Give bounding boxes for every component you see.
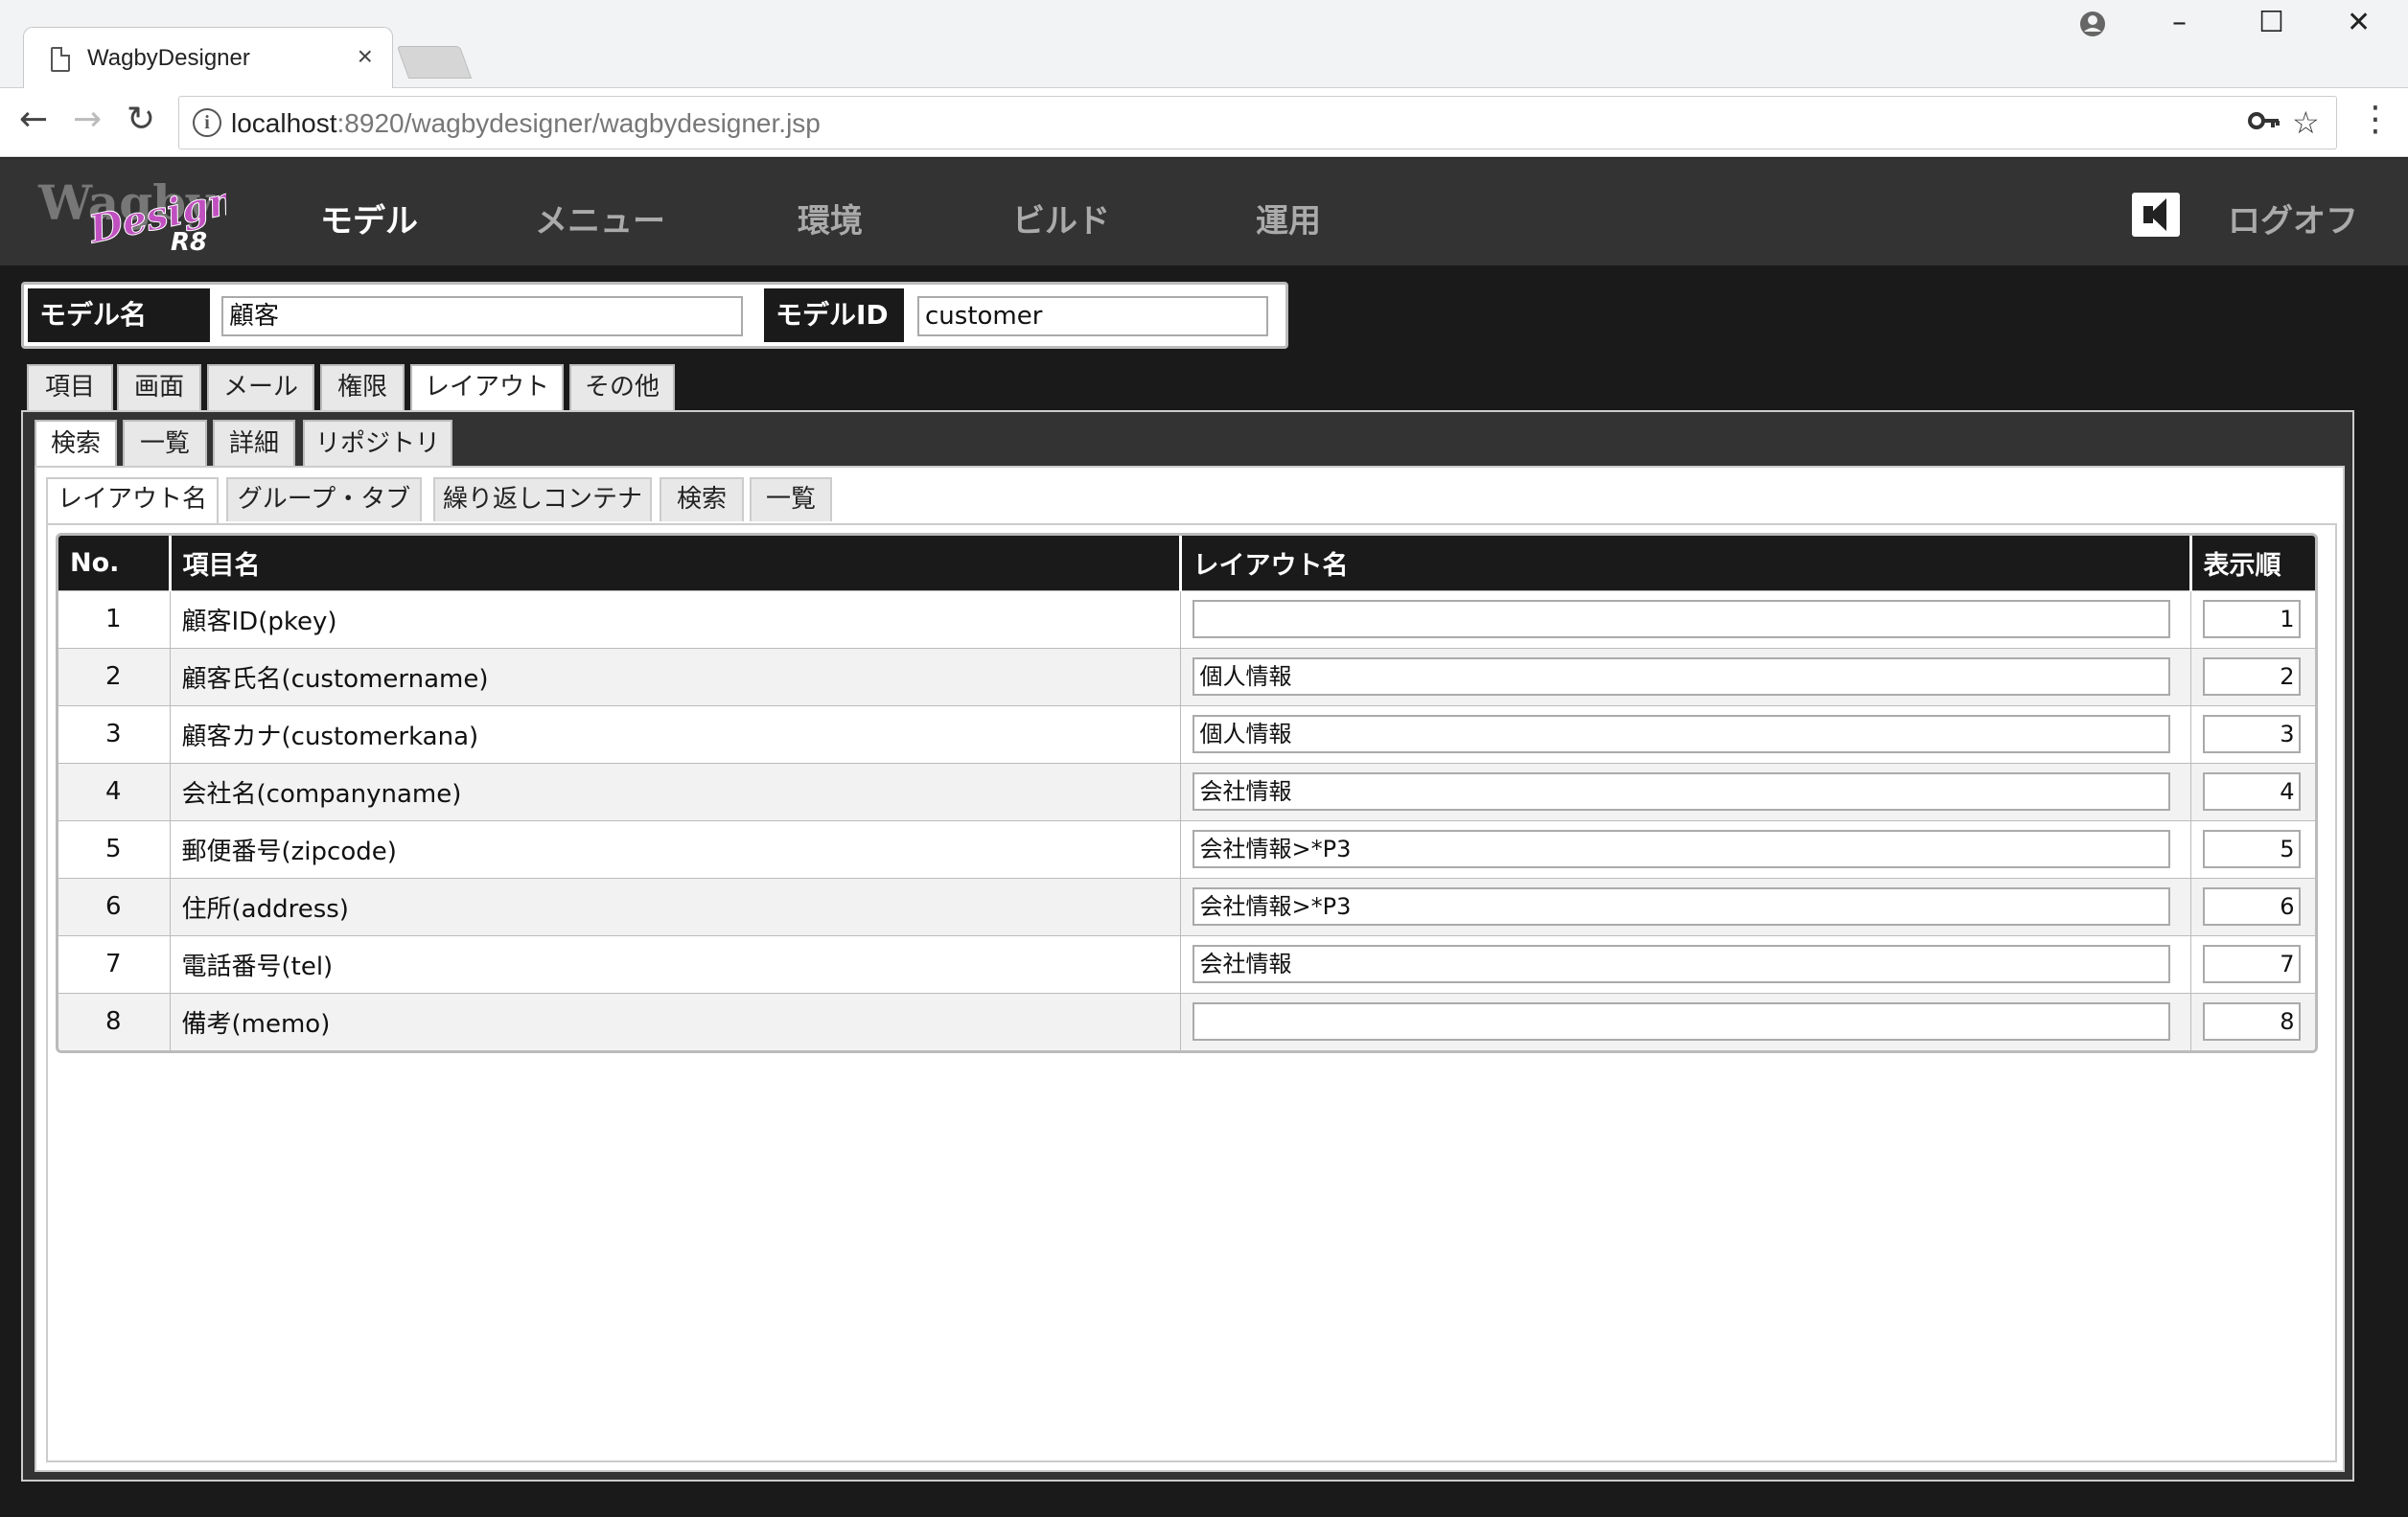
logoff-link[interactable]: ログオフ (2228, 195, 2358, 241)
layout-name-input[interactable]: 会社情報 (1192, 945, 2170, 983)
table-row: 3 顧客カナ(customerkana) 個人情報 3 (58, 704, 2315, 763)
layout-name-input[interactable]: 会社情報 (1192, 772, 2170, 811)
display-order-input[interactable]: 6 (2202, 887, 2301, 926)
row-item: 会社名(companyname) (170, 762, 1181, 820)
row-item: 郵便番号(zipcode) (170, 819, 1181, 878)
tab-title: WagbyDesigner (87, 45, 250, 71)
close-window-button[interactable]: ✕ (2347, 6, 2371, 39)
page-icon (51, 47, 70, 72)
table-row: 8 備考(memo) 8 (58, 992, 2315, 1050)
row-no: 3 (58, 704, 171, 763)
layout-name-input[interactable] (1192, 600, 2170, 638)
tab-layout-search[interactable]: 検索 (660, 477, 744, 521)
back-arrow-icon[interactable]: ← (19, 100, 48, 139)
layout-name-input[interactable] (1192, 1002, 2170, 1042)
row-no: 5 (58, 819, 171, 878)
display-order-input[interactable]: 3 (2202, 715, 2301, 753)
row-no: 8 (58, 992, 171, 1050)
url-host: localhost (231, 108, 337, 138)
forward-arrow-icon[interactable]: → (73, 100, 102, 139)
row-item: 顧客氏名(customername) (170, 647, 1181, 705)
url-path: :8920/wagbydesigner/wagbydesigner.jsp (336, 108, 821, 138)
tab-close-icon[interactable]: × (358, 41, 373, 72)
row-no: 2 (58, 647, 171, 705)
col-header-item: 項目名 (170, 536, 1182, 590)
row-item: 顧客ID(pkey) (170, 589, 1181, 648)
col-header-no: No. (58, 536, 172, 590)
row-no: 4 (58, 762, 171, 820)
layout-name-input[interactable]: 会社情報>*P3 (1192, 830, 2170, 868)
app-header: Wagby Designer R8 モデル メニュー 環境 ビルド 運用 ログオ… (0, 158, 2408, 265)
row-no: 6 (58, 877, 171, 935)
col-header-layout: レイアウト名 (1180, 536, 2192, 590)
display-order-input[interactable]: 5 (2202, 830, 2301, 868)
minimize-button[interactable]: – (2172, 6, 2187, 39)
display-order-input[interactable]: 4 (2202, 772, 2301, 811)
tab-repository[interactable]: リポジトリ (303, 420, 452, 468)
display-order-input[interactable]: 8 (2202, 1002, 2301, 1042)
key-icon[interactable] (2248, 106, 2281, 143)
table-row: 2 顧客氏名(customername) 個人情報 2 (58, 647, 2315, 705)
tab-other[interactable]: その他 (569, 364, 675, 410)
model-id-label: モデルID (764, 288, 904, 342)
layout-name-input[interactable]: 個人情報 (1192, 657, 2170, 696)
logo-version: R8 (171, 228, 207, 256)
info-icon[interactable]: i (193, 108, 221, 137)
display-order-input[interactable]: 7 (2202, 945, 2301, 983)
model-id-input[interactable]: customer (917, 296, 1268, 336)
table-row: 7 電話番号(tel) 会社情報 7 (58, 934, 2315, 993)
address-bar[interactable]: i localhost:8920/wagbydesigner/wagbydesi… (178, 96, 2337, 149)
tab-mail[interactable]: メール (207, 364, 314, 410)
table-row: 5 郵便番号(zipcode) 会社情報>*P3 5 (58, 819, 2315, 878)
tab-search[interactable]: 検索 (35, 420, 117, 468)
model-name-input[interactable]: 顧客 (221, 296, 743, 336)
display-order-input[interactable]: 1 (2202, 600, 2301, 638)
table-row: 1 顧客ID(pkey) 1 (58, 589, 2315, 648)
wagby-designer-logo: Wagby Designer R8 (35, 167, 287, 257)
browser-titlebar: WagbyDesigner × – ☐ ✕ (0, 0, 2408, 88)
reload-icon[interactable]: ↻ (127, 100, 155, 139)
table-row: 6 住所(address) 会社情報>*P3 6 (58, 877, 2315, 935)
browser-toolbar: ← → ↻ i localhost:8920/wagbydesigner/wag… (0, 88, 2408, 157)
menu-kebab-icon[interactable]: ⋮ (2358, 100, 2393, 139)
nav-operation[interactable]: 運用 (1256, 195, 1321, 241)
col-header-order: 表示順 (2190, 536, 2315, 590)
tab-detail[interactable]: 詳細 (213, 420, 295, 468)
star-bookmark-icon[interactable]: ☆ (2292, 104, 2320, 141)
tab-layout[interactable]: レイアウト (410, 364, 564, 412)
row-no: 7 (58, 934, 171, 993)
row-no: 1 (58, 589, 171, 648)
tab-item[interactable]: 項目 (27, 364, 113, 410)
table-row: 4 会社名(companyname) 会社情報 4 (58, 762, 2315, 820)
browser-tab[interactable]: WagbyDesigner × (23, 27, 393, 88)
tab-permission[interactable]: 権限 (320, 364, 405, 410)
model-name-label: モデル名 (28, 288, 210, 342)
tab-group-tab[interactable]: グループ・タブ (226, 477, 422, 521)
maximize-button[interactable]: ☐ (2258, 6, 2284, 39)
layout-table: No. 項目名 レイアウト名 表示順 1 顧客ID(pkey) 1 2 顧客氏名… (56, 533, 2318, 1053)
layout-name-input[interactable]: 個人情報 (1192, 715, 2170, 753)
nav-model[interactable]: モデル (320, 195, 418, 241)
nav-build[interactable]: ビルド (1012, 195, 1110, 241)
new-tab-button[interactable] (396, 46, 473, 79)
row-item: 顧客カナ(customerkana) (170, 704, 1181, 763)
tab-list[interactable]: 一覧 (123, 420, 207, 468)
url-text: localhost:8920/wagbydesigner/wagbydesign… (231, 108, 821, 139)
row-item: 電話番号(tel) (170, 934, 1181, 993)
account-circle-icon[interactable] (2078, 10, 2107, 46)
nav-menu[interactable]: メニュー (535, 195, 665, 241)
display-order-input[interactable]: 2 (2202, 657, 2301, 696)
tab-repeat-container[interactable]: 繰り返しコンテナ (433, 477, 652, 521)
model-info-bar: モデル名 顧客 モデルID customer (21, 282, 1288, 349)
speaker-icon[interactable] (2132, 193, 2180, 237)
layout-name-input[interactable]: 会社情報>*P3 (1192, 887, 2170, 926)
row-item: 備考(memo) (170, 992, 1181, 1050)
tab-layout-name[interactable]: レイアウト名 (46, 477, 219, 523)
row-item: 住所(address) (170, 877, 1181, 935)
nav-environment[interactable]: 環境 (798, 195, 863, 241)
tab-layout-list[interactable]: 一覧 (750, 477, 832, 521)
tab-screen[interactable]: 画面 (117, 364, 201, 410)
